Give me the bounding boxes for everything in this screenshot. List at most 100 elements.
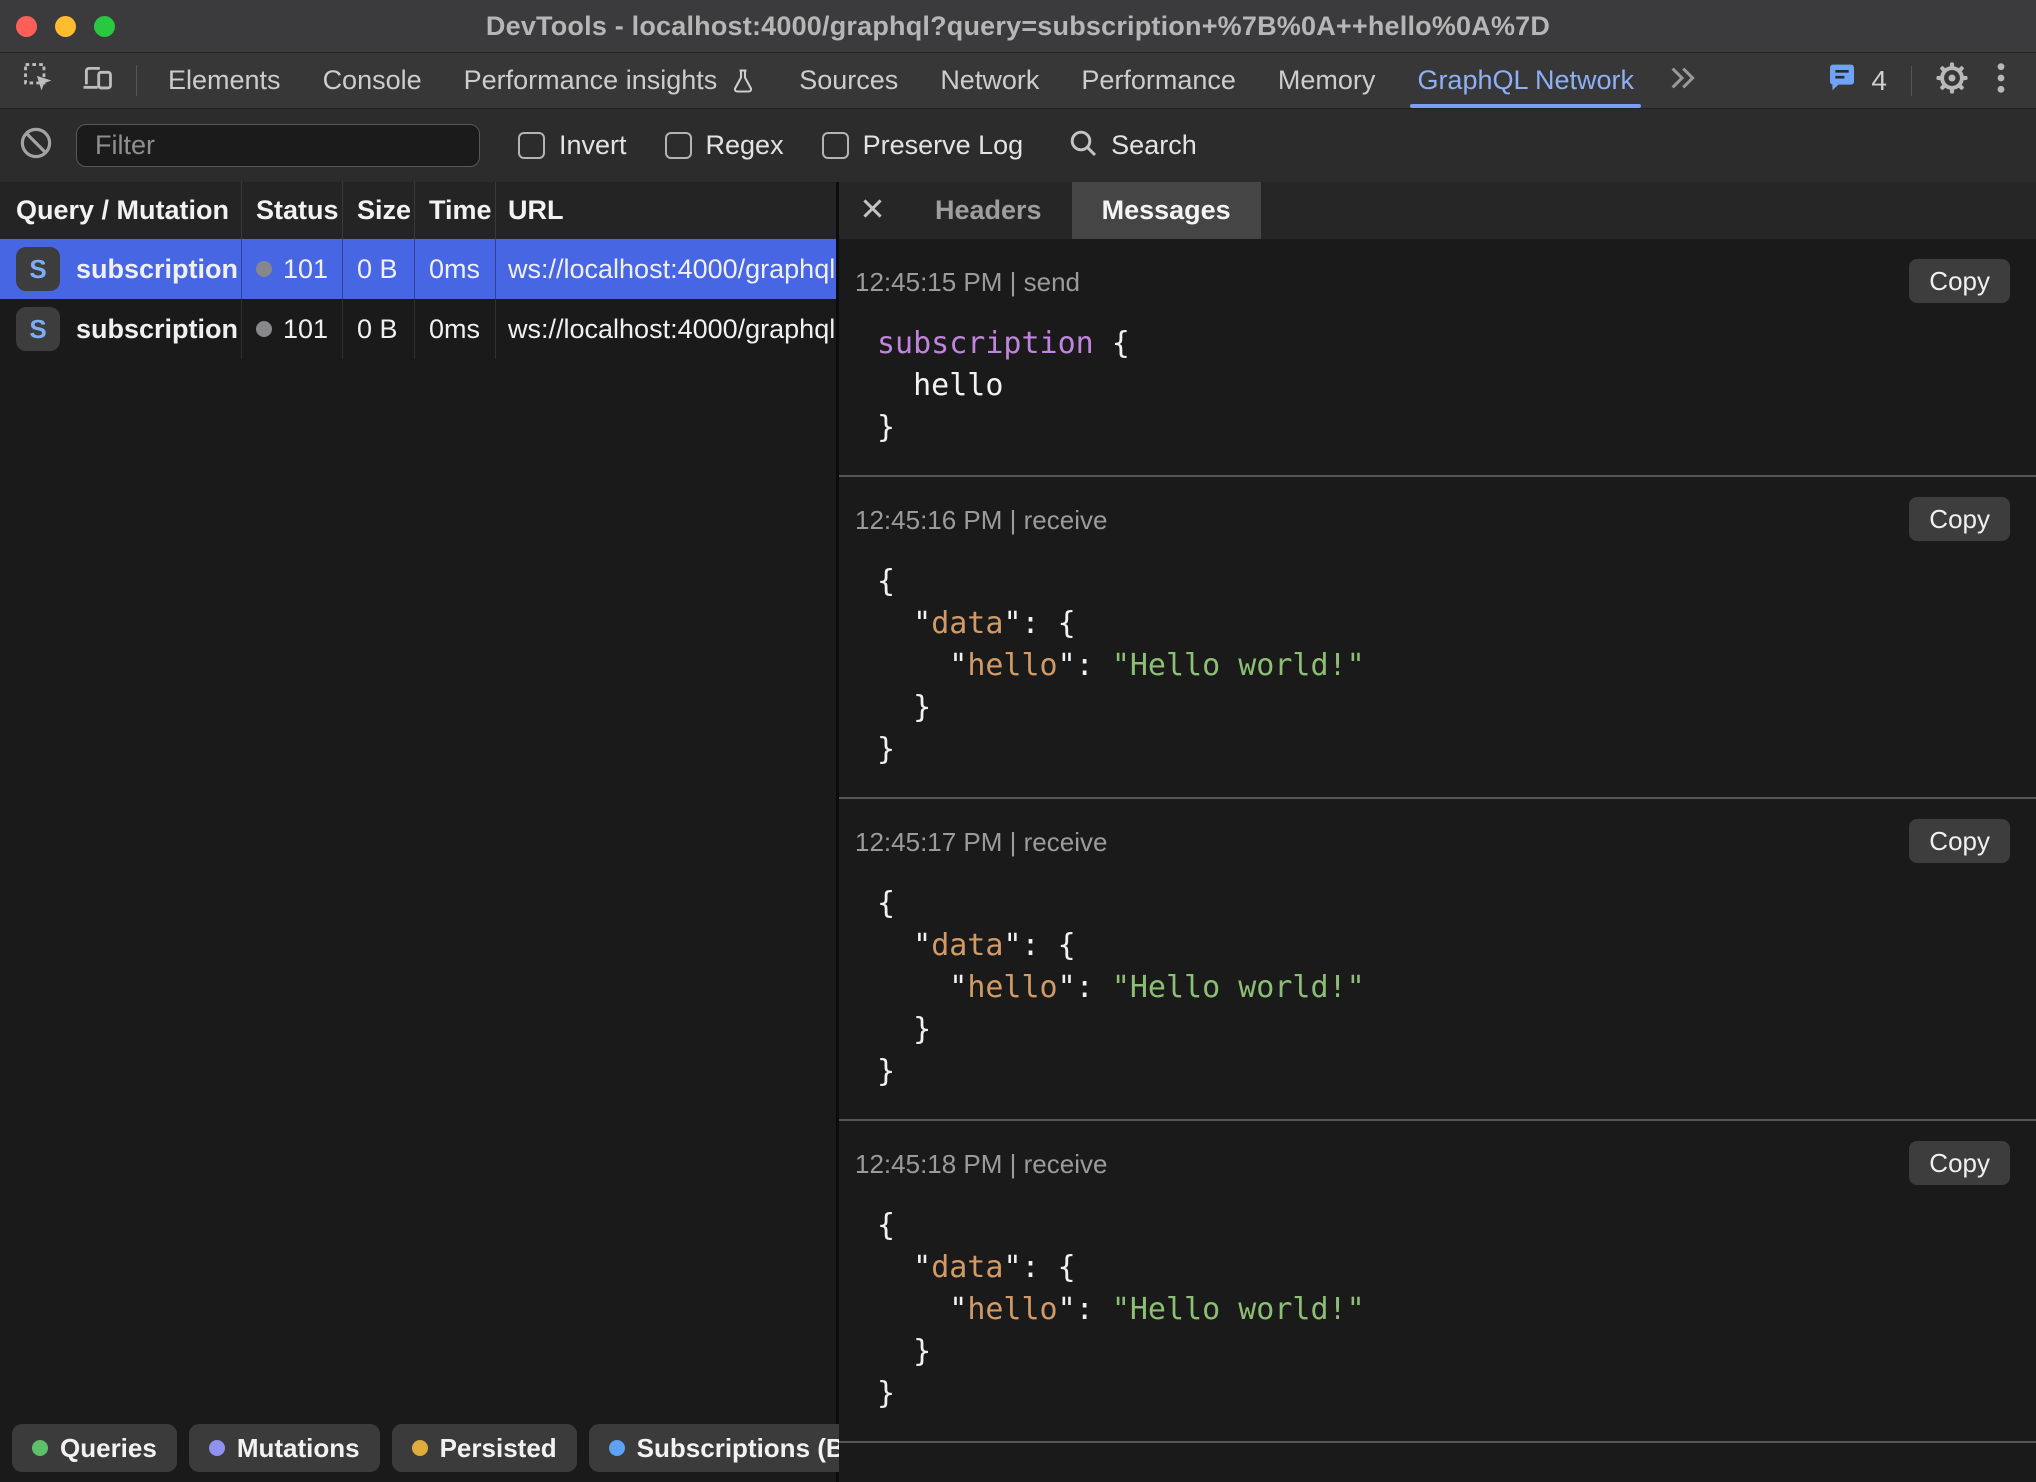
checkbox-preserve-log[interactable]	[822, 132, 849, 159]
message-code: { "data": { "hello": "Hello world!" }}	[877, 1205, 2036, 1415]
search-label: Search	[1111, 130, 1197, 161]
code-token-plain: {	[877, 564, 895, 599]
code-token-plain: "	[877, 648, 967, 683]
tab-network[interactable]: Network	[919, 53, 1060, 108]
search-icon	[1067, 127, 1099, 164]
more-tabs-button[interactable]	[1655, 53, 1709, 108]
code-token-key: data	[931, 928, 1003, 963]
close-window-button[interactable]	[16, 16, 37, 37]
tabbar-separator	[136, 65, 137, 96]
column-header-status[interactable]: Status	[242, 182, 343, 239]
tab-graphql-network[interactable]: GraphQL Network	[1396, 53, 1655, 108]
inspect-element-button[interactable]	[10, 53, 68, 108]
code-token-plain: ": {	[1003, 1250, 1075, 1285]
more-options-button[interactable]	[1982, 61, 2020, 100]
cell-query-mutation: Ssubscription	[0, 239, 242, 299]
device-toolbar-icon	[80, 61, 114, 100]
request-rows: Ssubscription1010 B0msws://localhost:400…	[0, 239, 836, 1412]
cell-status: 101	[242, 239, 343, 299]
device-toolbar-button[interactable]	[68, 53, 126, 108]
checkbox-label: Regex	[706, 130, 784, 161]
code-token-string: "Hello world!"	[1112, 970, 1365, 1005]
code-token-plain: "	[877, 928, 931, 963]
kebab-menu-icon	[1994, 61, 2008, 100]
filter-pill-queries[interactable]: Queries	[12, 1424, 177, 1472]
tab-performance-insights[interactable]: Performance insights	[443, 53, 779, 108]
tab-sources[interactable]: Sources	[778, 53, 919, 108]
code-token-string: "Hello world!"	[1112, 1292, 1365, 1327]
subscription-badge: S	[16, 307, 60, 351]
search-control[interactable]: Search	[1067, 127, 1197, 164]
tab-memory[interactable]: Memory	[1257, 53, 1397, 108]
tab-label: Performance	[1081, 65, 1236, 96]
messages-list: 12:45:15 PM | sendCopysubscription { hel…	[839, 239, 2036, 1482]
operation-name: subscription	[76, 254, 238, 285]
tab-headers[interactable]: Headers	[905, 182, 1072, 239]
tab-elements[interactable]: Elements	[147, 53, 302, 108]
flask-icon	[729, 66, 757, 96]
operation-name: subscription	[76, 314, 238, 345]
code-token-plain: "	[877, 1250, 931, 1285]
issues-button[interactable]: 4	[1811, 62, 1901, 99]
tab-label: GraphQL Network	[1417, 65, 1634, 96]
checkbox-label: Invert	[559, 130, 627, 161]
column-header-query-mutation[interactable]: Query / Mutation	[0, 182, 242, 239]
close-details-button[interactable]	[839, 182, 905, 239]
gear-icon	[1934, 60, 1970, 101]
zoom-window-button[interactable]	[94, 16, 115, 37]
filter-dot-mutations	[209, 1440, 225, 1456]
code-token-key: data	[931, 606, 1003, 641]
code-line: "data": {	[877, 1247, 2036, 1289]
tab-performance[interactable]: Performance	[1060, 53, 1257, 108]
filter-pill-label: Persisted	[440, 1433, 557, 1464]
minimize-window-button[interactable]	[55, 16, 76, 37]
table-row[interactable]: Ssubscription1010 B0msws://localhost:400…	[0, 239, 836, 299]
code-line: }	[877, 1373, 2036, 1415]
column-header-url[interactable]: URL	[496, 182, 836, 239]
cell-query-mutation: Ssubscription	[0, 299, 242, 359]
block-icon	[17, 124, 55, 167]
copy-button[interactable]: Copy	[1909, 497, 2010, 541]
filter-pill-persisted[interactable]: Persisted	[392, 1424, 577, 1472]
cell-time: 0ms	[415, 239, 496, 299]
code-token-plain: {	[877, 886, 895, 921]
tab-messages[interactable]: Messages	[1072, 182, 1261, 239]
cell-time: 0ms	[415, 299, 496, 359]
code-token-key: data	[931, 1250, 1003, 1285]
column-header-time[interactable]: Time	[415, 182, 496, 239]
checkbox-regex[interactable]	[665, 132, 692, 159]
copy-button[interactable]: Copy	[1909, 819, 2010, 863]
copy-button[interactable]: Copy	[1909, 1141, 2010, 1185]
close-icon	[859, 195, 886, 227]
checkbox-invert[interactable]	[518, 132, 545, 159]
code-line: {	[877, 1205, 2036, 1247]
column-header-size[interactable]: Size	[343, 182, 415, 239]
devtools-tabs: ElementsConsolePerformance insightsSourc…	[147, 53, 1655, 108]
settings-button[interactable]	[1922, 60, 1982, 101]
tab-label: Memory	[1278, 65, 1376, 96]
filter-dot-queries	[32, 1440, 48, 1456]
devtools-tabbar: ElementsConsolePerformance insightsSourc…	[0, 53, 2036, 108]
cell-url: ws://localhost:4000/graphql	[496, 239, 836, 299]
code-token-key: hello	[967, 1292, 1057, 1327]
copy-button[interactable]: Copy	[1909, 259, 2010, 303]
code-token-key: hello	[967, 970, 1057, 1005]
table-header: Query / Mutation Status Size Time URL	[0, 182, 836, 239]
table-row[interactable]: Ssubscription1010 B0msws://localhost:400…	[0, 299, 836, 359]
code-token-plain: ": {	[1003, 606, 1075, 641]
message-timestamp: 12:45:17 PM | receive	[855, 819, 1107, 858]
message-block: 12:45:16 PM | receiveCopy{ "data": { "he…	[839, 477, 2036, 799]
code-token-plain: "	[877, 1292, 967, 1327]
code-line: subscription {	[877, 323, 2036, 365]
details-tabbar: Headers Messages	[839, 182, 2036, 239]
message-timestamp: 12:45:18 PM | receive	[855, 1141, 1107, 1180]
code-token-plain: ": {	[1003, 928, 1075, 963]
filter-toolbar: InvertRegexPreserve Log Search	[0, 108, 2036, 182]
filter-input[interactable]	[76, 124, 480, 167]
code-token-plain: }	[877, 1012, 931, 1047]
filter-pill-mutations[interactable]: Mutations	[189, 1424, 380, 1472]
code-token-plain: }	[877, 1334, 931, 1369]
clear-button[interactable]	[8, 124, 64, 167]
tab-console[interactable]: Console	[302, 53, 443, 108]
code-line: "data": {	[877, 925, 2036, 967]
